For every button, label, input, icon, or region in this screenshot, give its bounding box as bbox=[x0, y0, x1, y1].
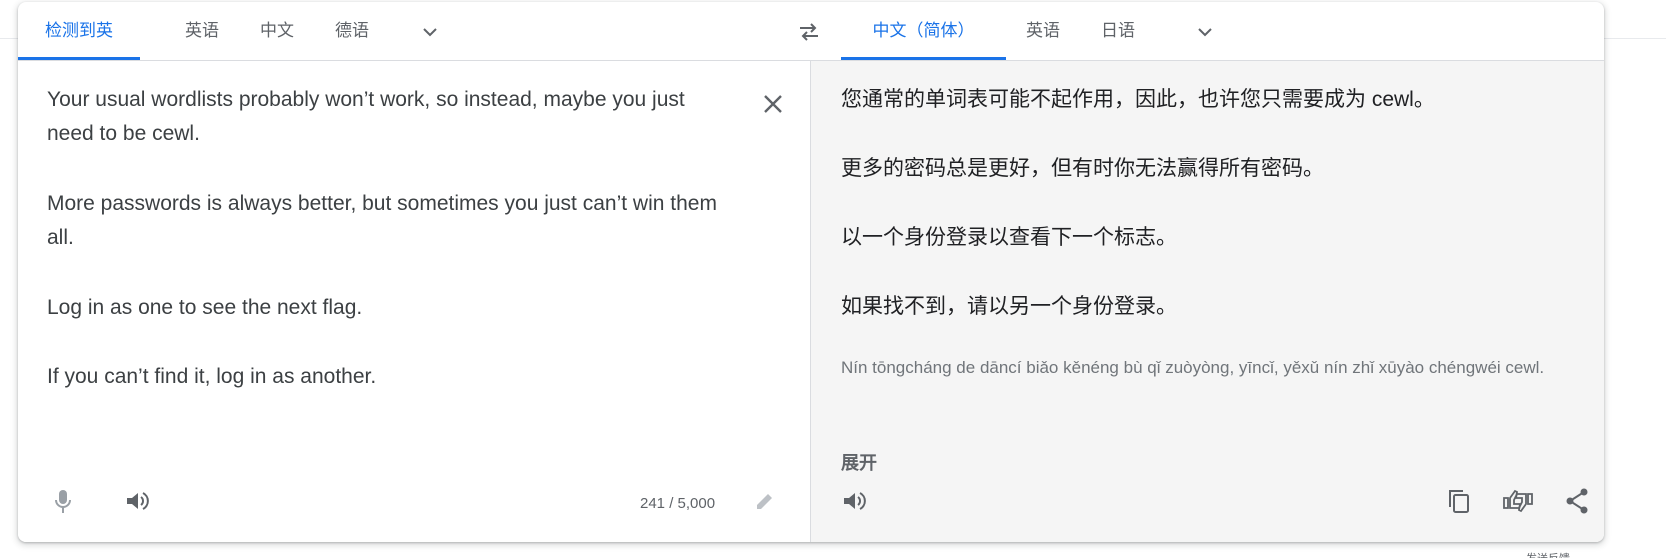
character-counter: 241 / 5,000 bbox=[640, 495, 716, 512]
source-tab-english[interactable]: 英语 bbox=[165, 2, 239, 60]
language-bar: 检测到英语 英语 中文 德语 中文（简体） 英语 日语 bbox=[18, 2, 1604, 98]
feedback-link[interactable]: 发送反馈 bbox=[1526, 550, 1606, 558]
translation-output: 您通常的单词表可能不起作用，因此，也许您只需要成为 cewl。 更多的密码总是更… bbox=[810, 61, 1604, 542]
source-tab-chinese[interactable]: 中文 bbox=[240, 2, 314, 60]
source-paragraph: Your usual wordlists probably won’t work… bbox=[47, 88, 685, 145]
edit-pencil-icon[interactable] bbox=[753, 489, 783, 519]
translation-paragraph: 以一个身份登录以查看下一个标志。 bbox=[841, 226, 1177, 249]
copy-icon[interactable] bbox=[1444, 486, 1474, 516]
microphone-icon[interactable] bbox=[48, 486, 78, 516]
translation-paragraph: 如果找不到，请以另一个身份登录。 bbox=[841, 295, 1177, 318]
target-tab-japanese[interactable]: 日语 bbox=[1081, 2, 1155, 60]
pinyin-romanization: Nín tōngcháng de dāncí biǎo kěnéng bù qǐ… bbox=[841, 358, 1545, 377]
source-tab-german[interactable]: 德语 bbox=[315, 2, 389, 60]
source-paragraph: Log in as one to see the next flag. bbox=[47, 296, 363, 319]
chevron-down-icon[interactable] bbox=[1193, 20, 1217, 44]
expand-button[interactable]: 展开 bbox=[841, 449, 877, 475]
rate-translation-icon[interactable] bbox=[1501, 486, 1533, 516]
speaker-icon[interactable] bbox=[122, 486, 152, 516]
translation-paragraph: 您通常的单词表可能不起作用，因此，也许您只需要成为 cewl。 bbox=[841, 88, 1435, 111]
source-paragraph: More passwords is always better, but som… bbox=[47, 192, 717, 249]
speaker-icon[interactable] bbox=[839, 486, 869, 516]
target-tab-english[interactable]: 英语 bbox=[1006, 2, 1080, 60]
source-text-area[interactable]: Your usual wordlists probably won’t work… bbox=[18, 61, 810, 542]
chevron-down-icon[interactable] bbox=[418, 20, 442, 44]
source-tab-detect[interactable]: 检测到英语 bbox=[18, 2, 140, 98]
swap-languages-icon[interactable] bbox=[796, 19, 822, 45]
target-tab-chinese-simplified[interactable]: 中文（简体） bbox=[841, 2, 1006, 60]
translation-paragraph: 更多的密码总是更好，但有时你无法赢得所有密码。 bbox=[841, 157, 1324, 180]
translator-card: 检测到英语 英语 中文 德语 中文（简体） 英语 日语 Your usual w… bbox=[18, 2, 1604, 542]
close-icon[interactable] bbox=[758, 89, 788, 119]
source-paragraph: If you can’t find it, log in as another. bbox=[47, 365, 377, 388]
share-icon[interactable] bbox=[1562, 486, 1592, 516]
